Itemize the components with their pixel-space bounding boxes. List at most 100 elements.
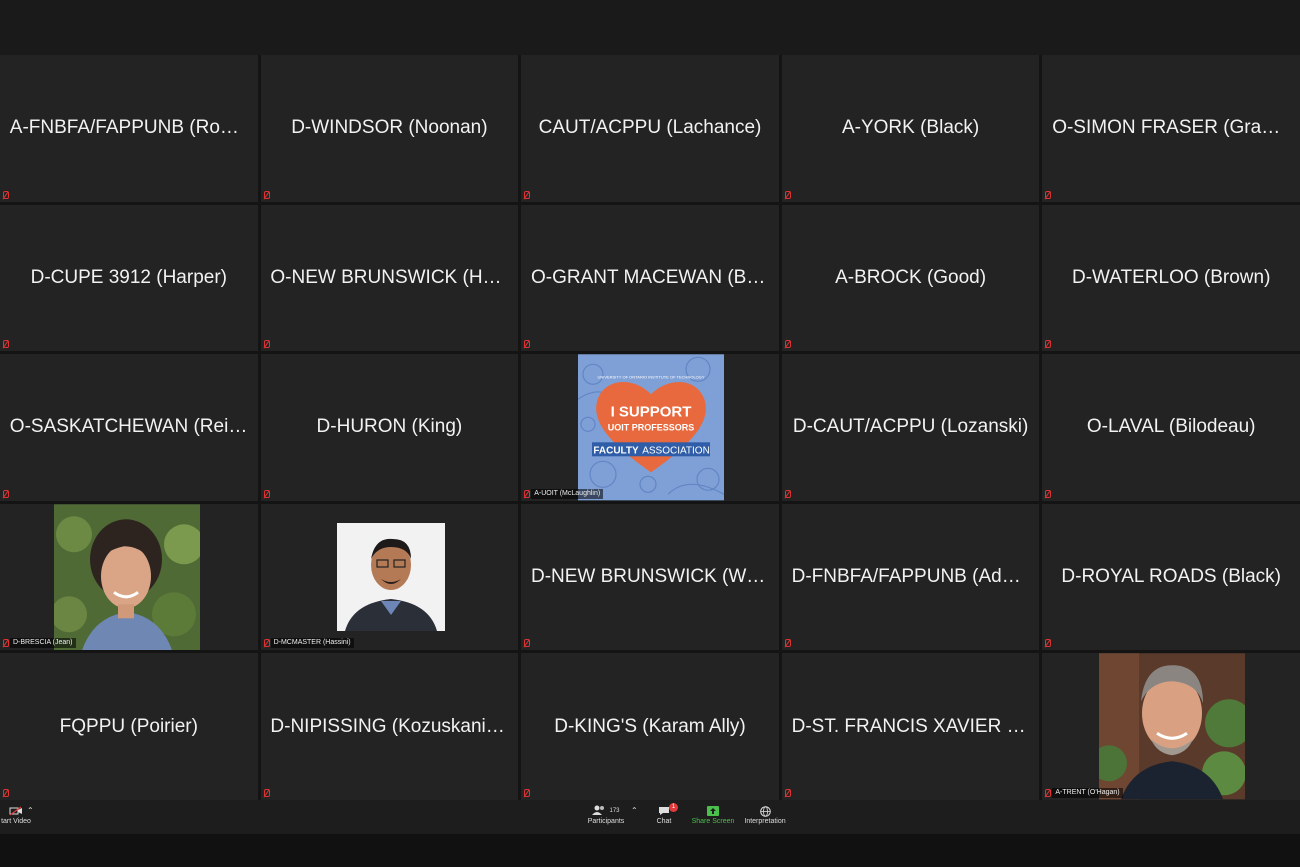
microphone-muted-icon bbox=[783, 639, 791, 648]
participant-tile[interactable]: O-LAVAL (Bilodeau) bbox=[1042, 354, 1300, 501]
microphone-muted-icon bbox=[1, 789, 9, 798]
microphone-muted-icon bbox=[783, 789, 791, 798]
chat-badge: 1 bbox=[669, 803, 678, 812]
microphone-muted-icon bbox=[783, 489, 791, 499]
participant-name: D-HURON (King) bbox=[316, 416, 463, 438]
poster-line-3b: ASSOCIATION bbox=[642, 445, 710, 456]
meeting-toolbar: tart Video ⌃ 173 Participants ⌃ 1 Chat S… bbox=[0, 800, 1300, 834]
chevron-up-icon[interactable]: ⌃ bbox=[27, 806, 34, 815]
participant-name: D-KING'S (Karam Ally) bbox=[554, 715, 746, 737]
participants-label: Participants bbox=[587, 818, 625, 825]
participant-name: D-FNBFA/FAPPUNB (Adeg... bbox=[791, 566, 1036, 588]
microphone-muted-icon bbox=[1, 340, 9, 349]
interpretation-label: Interpretation bbox=[744, 818, 786, 825]
poster-line-2: UOIT PROFESSORS bbox=[608, 422, 695, 432]
participant-tile[interactable]: O-NEW BRUNSWICK (Horn... bbox=[260, 204, 519, 352]
chevron-up-icon[interactable]: ⌃ bbox=[631, 806, 638, 815]
microphone-muted-icon bbox=[783, 340, 791, 349]
participant-tile[interactable]: A-YORK (Black) bbox=[781, 55, 1040, 202]
participant-tile[interactable]: O-GRANT MACEWAN (Bak... bbox=[521, 204, 779, 352]
participant-tile[interactable]: FQPPU (Poirier) bbox=[0, 653, 258, 800]
share-screen-label: Share Screen bbox=[691, 818, 735, 825]
microphone-muted-icon bbox=[262, 489, 270, 499]
participant-tile-video[interactable]: D-BRESCIA (Jean) bbox=[0, 503, 258, 651]
participant-name: A-YORK (Black) bbox=[841, 117, 980, 139]
participant-name: D-CUPE 3912 (Harper) bbox=[30, 266, 227, 288]
participant-name: FQPPU (Poirier) bbox=[59, 715, 198, 737]
microphone-muted-icon bbox=[262, 190, 270, 200]
chat-label: Chat bbox=[656, 818, 672, 825]
participant-name: A-FNBFA/FAPPUNB (Robic... bbox=[9, 117, 254, 139]
microphone-muted-icon bbox=[522, 639, 531, 648]
participant-video-older-man bbox=[1099, 653, 1246, 800]
participant-name: D-ST. FRANCIS XAVIER (va... bbox=[791, 715, 1036, 737]
participant-tile[interactable]: D-WINDSOR (Noonan) bbox=[260, 55, 519, 202]
globe-icon bbox=[742, 804, 788, 818]
microphone-muted-icon bbox=[1043, 190, 1052, 200]
participant-tile[interactable]: D-CAUT/ACPPU (Lozanski) bbox=[781, 354, 1040, 501]
participant-name-small: D-MCMASTER (Hassini) bbox=[270, 638, 354, 649]
participant-tile-video[interactable]: D-MCMASTER (Hassini) bbox=[260, 503, 519, 651]
participants-button[interactable]: 173 Participants bbox=[586, 804, 626, 825]
participant-tile-video[interactable]: A-TRENT (O'Hagan) bbox=[1042, 653, 1300, 800]
participant-name: O-LAVAL (Bilodeau) bbox=[1086, 416, 1256, 438]
participant-tile[interactable]: A-FNBFA/FAPPUNB (Robic... bbox=[0, 55, 258, 202]
microphone-muted-icon bbox=[522, 340, 531, 349]
participant-name: D-WINDSOR (Noonan) bbox=[291, 117, 488, 139]
participant-tile[interactable]: D-KING'S (Karam Ally) bbox=[521, 653, 779, 800]
participant-tile[interactable]: D-WATERLOO (Brown) bbox=[1042, 204, 1300, 352]
participant-name: D-WATERLOO (Brown) bbox=[1071, 266, 1271, 288]
microphone-muted-icon bbox=[262, 789, 270, 798]
gallery-grid: A-FNBFA/FAPPUNB (Robic... D-WINDSOR (Noo… bbox=[0, 55, 1300, 800]
participant-name: A-BROCK (Good) bbox=[835, 266, 987, 288]
poster-line-3a: FACULTY bbox=[594, 445, 640, 456]
participant-tile[interactable]: D-ST. FRANCIS XAVIER (va... bbox=[781, 653, 1040, 800]
participant-name-small: A-UOIT (McLaughlin) bbox=[531, 488, 604, 499]
microphone-muted-icon bbox=[522, 489, 531, 499]
chat-button[interactable]: 1 Chat bbox=[654, 803, 678, 825]
microphone-muted-icon bbox=[262, 639, 270, 648]
microphone-muted-icon bbox=[1043, 340, 1052, 349]
participant-tile[interactable]: CAUT/ACPPU (Lachance) bbox=[521, 55, 779, 202]
microphone-muted-icon bbox=[262, 340, 270, 349]
participant-tile[interactable]: D-NIPISSING (Kozuskanich) bbox=[260, 653, 519, 800]
participant-tile[interactable]: D-CUPE 3912 (Harper) bbox=[0, 204, 258, 352]
participant-name: D-CAUT/ACPPU (Lozanski) bbox=[792, 416, 1029, 438]
poster-header: UNIVERSITY OF ONTARIO INSTITUTE OF TECHN… bbox=[598, 374, 705, 379]
participant-tile[interactable]: D-NEW BRUNSWICK (White) bbox=[521, 503, 779, 651]
microphone-muted-icon bbox=[522, 789, 531, 798]
chat-icon: 1 bbox=[654, 803, 678, 818]
microphone-muted-icon bbox=[1043, 639, 1052, 648]
participant-name: O-SASKATCHEWAN (Reich) bbox=[9, 416, 254, 438]
participants-count: 173 bbox=[609, 808, 620, 814]
microphone-muted-icon bbox=[783, 190, 791, 200]
participant-name: D-ROYAL ROADS (Black) bbox=[1061, 566, 1281, 588]
poster-line-1: I SUPPORT bbox=[611, 403, 692, 420]
start-video-label: tart Video bbox=[1, 818, 31, 825]
participant-tile[interactable]: D-ROYAL ROADS (Black) bbox=[1042, 503, 1300, 651]
microphone-muted-icon bbox=[1043, 489, 1052, 499]
participant-tile[interactable]: O-SASKATCHEWAN (Reich) bbox=[0, 354, 258, 501]
participant-tile[interactable]: D-FNBFA/FAPPUNB (Adeg... bbox=[781, 503, 1040, 651]
microphone-muted-icon bbox=[1, 639, 9, 648]
microphone-muted-icon bbox=[1043, 789, 1052, 798]
microphone-muted-icon bbox=[1, 190, 9, 200]
participant-name: CAUT/ACPPU (Lachance) bbox=[538, 117, 762, 139]
participant-tile-video[interactable]: UNIVERSITY OF ONTARIO INSTITUTE OF TECHN… bbox=[521, 354, 779, 501]
participant-tile[interactable]: O-SIMON FRASER (Graebn... bbox=[1042, 55, 1300, 202]
participant-video-man bbox=[336, 522, 445, 631]
interpretation-button[interactable]: Interpretation bbox=[742, 804, 788, 825]
participant-tile[interactable]: A-BROCK (Good) bbox=[781, 204, 1040, 352]
participant-tile[interactable]: D-HURON (King) bbox=[260, 354, 519, 501]
participant-name: O-NEW BRUNSWICK (Horn... bbox=[270, 266, 515, 288]
microphone-muted-icon bbox=[1, 489, 9, 499]
top-bar bbox=[0, 0, 1300, 55]
participant-name: O-GRANT MACEWAN (Bak... bbox=[530, 266, 775, 288]
participant-name-small: A-TRENT (O'Hagan) bbox=[1052, 788, 1123, 798]
bottom-bar bbox=[0, 834, 1300, 867]
participants-icon bbox=[592, 805, 606, 818]
share-screen-icon bbox=[690, 804, 736, 818]
faculty-association-poster: UNIVERSITY OF ONTARIO INSTITUTE OF TECHN… bbox=[578, 354, 725, 501]
participant-video-woman bbox=[54, 504, 200, 651]
share-screen-button[interactable]: Share Screen bbox=[690, 804, 736, 825]
